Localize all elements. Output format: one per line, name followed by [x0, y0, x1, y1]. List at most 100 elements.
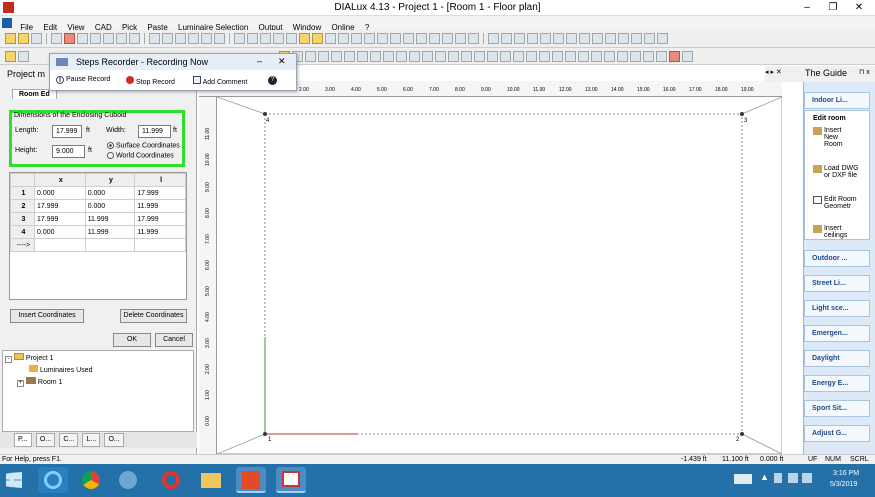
- surface-coordinates-radio[interactable]: Surface Coordinates: [107, 142, 180, 149]
- paste-icon[interactable]: [103, 33, 114, 44]
- guide-section-energy[interactable]: Energy E...: [804, 375, 870, 392]
- world-coordinates-radio[interactable]: World Coordinates: [107, 152, 174, 159]
- tool-icon[interactable]: [286, 33, 297, 44]
- guide-item-insert-ceilings[interactable]: Insert ceilings: [813, 225, 869, 239]
- pause-record-button[interactable]: || Pause Record: [56, 76, 110, 84]
- delete-coordinates-button[interactable]: Delete Coordinates: [120, 309, 187, 323]
- table-row[interactable]: 2 17.999 0.000 11.999: [10, 199, 186, 213]
- grid-icon[interactable]: [618, 33, 629, 44]
- cad-icon[interactable]: [682, 51, 694, 62]
- pan-icon[interactable]: [18, 51, 29, 62]
- cad-icon[interactable]: [370, 51, 382, 62]
- cell-x[interactable]: [34, 238, 86, 252]
- save-icon[interactable]: [31, 33, 42, 44]
- tool-icon[interactable]: [429, 33, 440, 44]
- view-icon[interactable]: [175, 33, 186, 44]
- cad-icon[interactable]: [604, 51, 616, 62]
- tool-icon[interactable]: [390, 33, 401, 44]
- height-input[interactable]: 9.000: [52, 145, 85, 158]
- guide-pin-icon[interactable]: ⊓ x: [859, 68, 870, 76]
- insert-coordinates-button[interactable]: Insert Coordinates: [10, 309, 84, 323]
- grid-icon[interactable]: [592, 33, 603, 44]
- tool-icon[interactable]: [442, 33, 453, 44]
- cad-icon[interactable]: [526, 51, 538, 62]
- table-row[interactable]: 1 0.000 0.000 17.999: [10, 186, 186, 200]
- cell-l[interactable]: 17.999: [134, 212, 186, 226]
- tool-icon[interactable]: [468, 33, 479, 44]
- tab-output[interactable]: O...: [104, 433, 124, 447]
- cad-icon[interactable]: [552, 51, 564, 62]
- undo-icon[interactable]: [116, 33, 127, 44]
- stop-record-button[interactable]: Stop Record: [126, 76, 175, 86]
- guide-section-adjust[interactable]: Adjust G...: [804, 425, 870, 442]
- cell-y[interactable]: 0.000: [84, 186, 136, 200]
- keyboard-icon[interactable]: [734, 474, 752, 484]
- grid-icon[interactable]: [514, 33, 525, 44]
- tab-colors[interactable]: C...: [59, 433, 79, 447]
- file-explorer-taskbar-icon[interactable]: [196, 467, 226, 493]
- tool-icon[interactable]: [416, 33, 427, 44]
- cell-l[interactable]: 11.999: [134, 199, 186, 213]
- cell-l[interactable]: [134, 238, 186, 252]
- grid-icon[interactable]: [579, 33, 590, 44]
- cancel-button[interactable]: Cancel: [155, 333, 193, 347]
- cad-icon[interactable]: [474, 51, 486, 62]
- grid-icon[interactable]: [644, 33, 655, 44]
- cell-x[interactable]: 0.000: [34, 186, 86, 200]
- tool-icon[interactable]: [403, 33, 414, 44]
- guide-section-outdoor[interactable]: Outdoor ...: [804, 250, 870, 267]
- grid-icon[interactable]: [488, 33, 499, 44]
- project-manager-tab[interactable]: Project m: [7, 69, 45, 79]
- tool-icon[interactable]: [377, 33, 388, 44]
- guide-section-indoor[interactable]: Indoor Li...: [804, 92, 870, 109]
- clock-time[interactable]: 3:16 PM: [833, 470, 859, 477]
- redo-icon[interactable]: [129, 33, 140, 44]
- guide-section-emergency[interactable]: Emergen...: [804, 325, 870, 342]
- cad-icon[interactable]: [565, 51, 577, 62]
- cut-icon[interactable]: [77, 33, 88, 44]
- guide-section-daylight[interactable]: Daylight: [804, 350, 870, 367]
- view-icon[interactable]: [201, 33, 212, 44]
- steps-minimize-button[interactable]: –: [257, 56, 262, 66]
- cad-icon[interactable]: [513, 51, 525, 62]
- tree-item-room[interactable]: + Room 1: [17, 377, 62, 387]
- cad-icon[interactable]: [487, 51, 499, 62]
- grid-icon[interactable]: [657, 33, 668, 44]
- tool-icon[interactable]: [312, 33, 323, 44]
- view-icon[interactable]: [149, 33, 160, 44]
- cad-icon[interactable]: [344, 51, 356, 62]
- table-row-new[interactable]: ---->: [10, 238, 186, 252]
- cell-x[interactable]: 17.999: [34, 212, 86, 226]
- cad-icon[interactable]: [591, 51, 603, 62]
- cad-icon[interactable]: [383, 51, 395, 62]
- new-icon[interactable]: [5, 33, 16, 44]
- start-button[interactable]: [6, 472, 22, 488]
- view-icon[interactable]: [214, 33, 225, 44]
- cell-y[interactable]: 11.999: [84, 225, 136, 239]
- cad-icon[interactable]: [396, 51, 408, 62]
- cad-icon[interactable]: [435, 51, 447, 62]
- cad-icon[interactable]: [500, 51, 512, 62]
- clock-date[interactable]: 5/3/2019: [830, 481, 857, 488]
- cad-icon[interactable]: [630, 51, 642, 62]
- table-row[interactable]: 3 17.999 11.999 17.999: [10, 212, 186, 226]
- cad-icon[interactable]: [448, 51, 460, 62]
- tool-icon[interactable]: [299, 33, 310, 44]
- ok-button[interactable]: OK: [113, 333, 151, 347]
- grid-icon[interactable]: [527, 33, 538, 44]
- guide-section-street[interactable]: Street Li...: [804, 275, 870, 292]
- tool-icon[interactable]: [325, 33, 336, 44]
- tray-arrow-icon[interactable]: ▲: [760, 472, 769, 482]
- cell-l[interactable]: 11.999: [134, 225, 186, 239]
- add-comment-button[interactable]: Add Comment: [193, 76, 247, 86]
- ie-taskbar-icon[interactable]: [38, 467, 68, 493]
- tree-item-luminaires[interactable]: Luminaires Used: [29, 365, 92, 374]
- steps-recorder-taskbar-icon[interactable]: [276, 467, 306, 493]
- view-icon[interactable]: [188, 33, 199, 44]
- guide-nav-arrows[interactable]: ◂ ▸ ✕: [765, 68, 782, 76]
- steps-close-button[interactable]: ✕: [278, 56, 286, 67]
- tree-item-project[interactable]: - Project 1: [5, 353, 54, 363]
- cad-icon[interactable]: [357, 51, 369, 62]
- length-input[interactable]: 17.999: [52, 125, 82, 138]
- flag-icon[interactable]: [774, 473, 782, 483]
